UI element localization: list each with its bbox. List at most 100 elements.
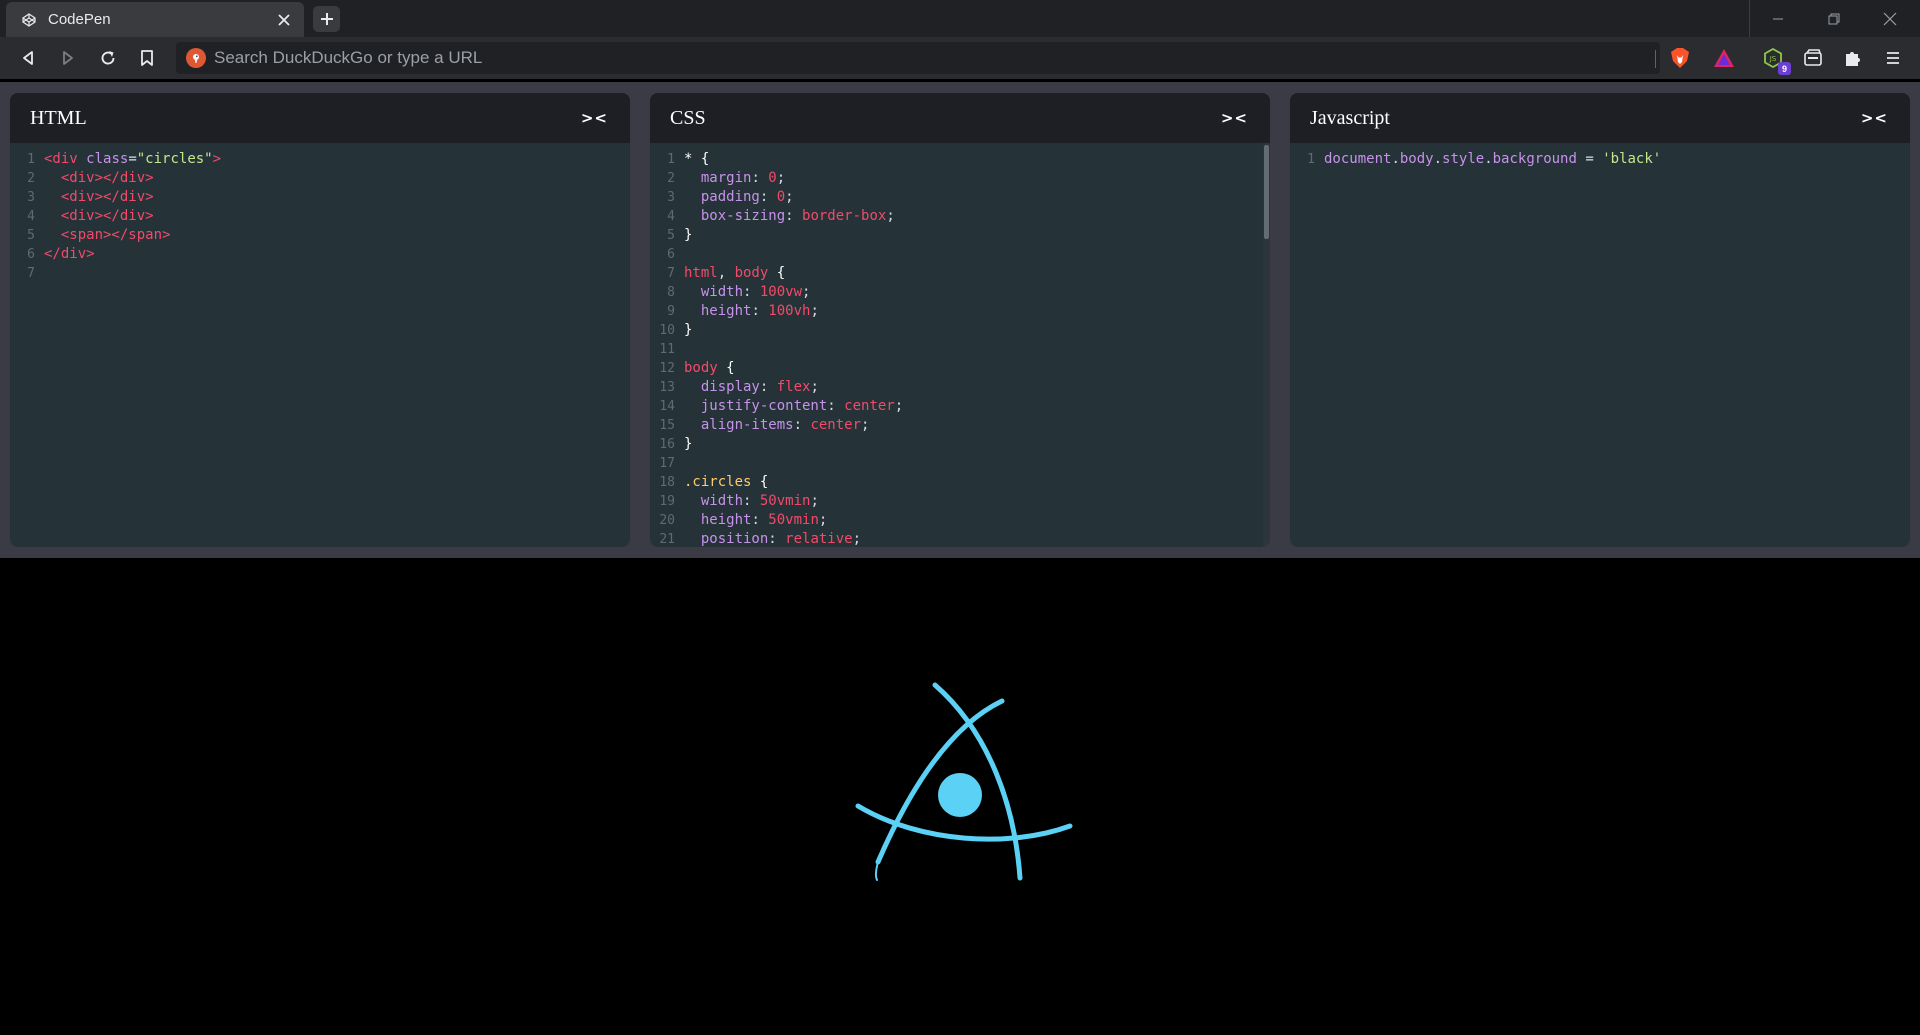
wallet-button[interactable] [1799, 44, 1827, 72]
html-code-editor[interactable]: 1 <div class="circles"> 2 <div></div> 3 <di… [10, 143, 630, 283]
brave-rewards-button[interactable] [1710, 44, 1738, 72]
line-number: 1 [27, 152, 35, 167]
css-scrollbar-thumb[interactable] [1264, 145, 1269, 239]
code-line: 15 align-items: center; [650, 416, 1270, 435]
code-line: 2 margin: 0; [650, 169, 1270, 188]
code-line: 20 height: 50vmin; [650, 511, 1270, 530]
line-number: 10 [659, 323, 675, 338]
arc-tail-left [875, 861, 879, 881]
extension-button[interactable]: JS 9 [1759, 44, 1791, 75]
line-number: 6 [667, 247, 675, 262]
code-token: } [684, 322, 693, 338]
code-token: ; [776, 170, 786, 186]
code-token: 50vmin [759, 493, 811, 509]
line-number: 1 [1307, 152, 1315, 167]
tab-bar: CodePen [0, 0, 1920, 37]
code-token: , [717, 265, 735, 281]
code-token: body [684, 360, 718, 376]
bookmark-button[interactable] [133, 44, 161, 72]
line-number: 6 [27, 247, 35, 262]
extensions-button[interactable] [1839, 44, 1867, 72]
browser-tab[interactable]: CodePen [6, 2, 304, 37]
code-line: 3 <div></div> [10, 188, 630, 207]
code-token: 'black' [1602, 151, 1662, 167]
line-number: 3 [667, 190, 675, 205]
menu-button[interactable] [1879, 44, 1907, 72]
codepen-icon [20, 11, 38, 29]
close-tab-icon[interactable] [274, 10, 294, 30]
code-line: 4 <div></div> [10, 207, 630, 226]
code-text: height: 100vh; [684, 302, 819, 321]
code-text: } [684, 226, 692, 245]
code-text: body { [684, 359, 735, 378]
code-token: = [128, 151, 137, 167]
code-text: <span></span> [44, 226, 171, 245]
back-arrow-icon [23, 51, 33, 65]
code-token: body [734, 265, 769, 281]
code-token: justify-content [684, 398, 828, 414]
code-line: 16} [650, 435, 1270, 454]
restore-button[interactable] [1806, 0, 1862, 37]
brave-shields-button[interactable] [1666, 44, 1694, 72]
code-token: : [743, 284, 760, 300]
close-window-button[interactable] [1862, 0, 1918, 37]
css-code-editor[interactable]: 1 * {2 margin: 0; 3 padding: 0; 4 box-sizin… [650, 143, 1270, 547]
code-token: . [1484, 151, 1493, 167]
plus-icon [320, 13, 333, 25]
code-token: ; [852, 531, 862, 547]
code-token: ; [785, 189, 794, 205]
preview-pane [0, 558, 1920, 1030]
code-token: { [717, 360, 735, 376]
html-panel-header: HTML >< [10, 93, 630, 143]
code-token: 50vmin [768, 512, 819, 528]
wallet-icon [1804, 49, 1822, 66]
code-line: 9 height: 100vh; [650, 302, 1270, 321]
code-text: <div></div> [44, 207, 154, 226]
address-bar[interactable] [176, 42, 1660, 74]
code-token: . [1391, 151, 1400, 167]
back-button[interactable] [14, 44, 42, 72]
code-token: ; [810, 493, 819, 509]
code-line: 3 padding: 0; [650, 188, 1270, 207]
html-collapse-button[interactable]: >< [581, 109, 608, 127]
brave-rewards-icon [1714, 49, 1734, 67]
minimize-button[interactable] [1750, 0, 1806, 37]
code-token: <div [44, 151, 87, 167]
code-token: <div></div> [44, 170, 154, 186]
code-token: <span></span> [44, 227, 171, 243]
puzzle-icon [1846, 52, 1860, 66]
code-token: flex [776, 379, 811, 395]
line-number: 1 [667, 152, 675, 167]
code-text: } [684, 321, 692, 340]
tab-title: CodePen [48, 11, 111, 28]
code-line: 1 document.body.style.background = 'black… [1290, 150, 1910, 169]
line-number: 3 [27, 190, 35, 205]
new-tab-button[interactable] [313, 6, 340, 32]
duckduckgo-icon [186, 48, 206, 68]
code-token: { [751, 474, 769, 490]
code-token: = [1576, 151, 1603, 167]
code-token: > [212, 151, 222, 167]
js-code-editor[interactable]: 1 document.body.style.background = 'black… [1290, 143, 1910, 169]
reload-button[interactable] [94, 44, 122, 72]
url-input[interactable] [214, 48, 1614, 68]
code-token: body [1399, 151, 1434, 167]
js-collapse-button[interactable]: >< [1861, 109, 1888, 127]
code-token: class [86, 151, 129, 167]
line-number: 15 [659, 418, 675, 433]
code-token: : [827, 398, 845, 414]
forward-button[interactable] [54, 44, 82, 72]
css-panel-title: CSS [670, 106, 706, 129]
css-scrollbar[interactable] [1263, 143, 1270, 547]
code-token: : [785, 208, 803, 224]
css-collapse-button[interactable]: >< [1221, 109, 1248, 127]
code-token: align-items [684, 417, 794, 433]
code-line: 13 display: flex; [650, 378, 1270, 397]
code-text: * { [684, 150, 709, 169]
code-text: </div> [44, 245, 95, 264]
code-token: ; [810, 303, 819, 319]
code-text: <div></div> [44, 169, 154, 188]
js-panel: Javascript >< 1 document.body.style.backg… [1290, 93, 1910, 547]
code-token: ; [861, 417, 870, 433]
forward-arrow-icon [63, 51, 73, 65]
